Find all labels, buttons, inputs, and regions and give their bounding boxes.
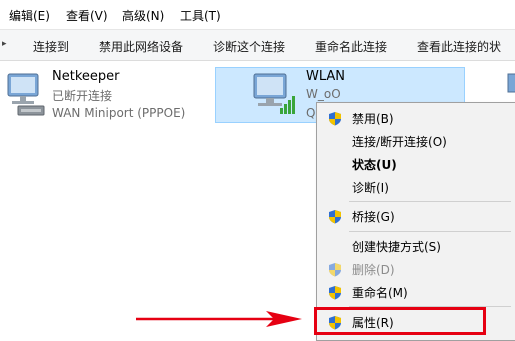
adapter-device: Q [306, 106, 316, 120]
chevron-right-icon[interactable]: ▸ [2, 39, 7, 49]
menu-tools[interactable]: 工具(T) [180, 7, 221, 24]
menu-item-label: 诊断(I) [352, 181, 389, 195]
uac-shield-icon [329, 286, 341, 300]
menu-item-disable[interactable]: 禁用(B) [317, 107, 515, 129]
adapter-netkeeper[interactable]: Netkeeper 已断开连接 WAN Miniport (PPPOE) [0, 64, 210, 124]
view-status-button[interactable]: 查看此连接的状 [417, 38, 501, 55]
adapter-status: W_oO [306, 87, 341, 101]
disable-device-button[interactable]: 禁用此网络设备 [99, 38, 183, 55]
network-adapter-icon [507, 73, 515, 93]
menu-item-label: 删除(D) [352, 263, 395, 277]
highlight-box [314, 307, 486, 335]
uac-shield-icon [329, 112, 341, 126]
rename-button[interactable]: 重命名此连接 [315, 38, 387, 55]
menu-item-connect-disconnect[interactable]: 连接/断开连接(O) [317, 130, 515, 152]
adapter-name: Netkeeper [52, 69, 120, 84]
red-arrow-icon [136, 311, 302, 327]
context-menu: 禁用(B) 连接/断开连接(O) 状态(U) 诊断(I) 桥接(G) 创建快捷方… [316, 102, 515, 341]
diagnose-button[interactable]: 诊断这个连接 [213, 38, 285, 55]
menu-item-rename[interactable]: 重命名(M) [317, 281, 515, 303]
network-adapter-icon [7, 73, 45, 116]
menu-bar: 编辑(E) 查看(V) 高级(N) 工具(T) [0, 0, 515, 30]
menu-advanced[interactable]: 高级(N) [122, 7, 164, 24]
menu-item-diagnose[interactable]: 诊断(I) [317, 176, 515, 198]
menu-item-delete: 删除(D) [317, 258, 515, 280]
adapter-status: 已断开连接 [52, 89, 113, 103]
adapter-name: WLAN [306, 69, 346, 84]
uac-shield-icon [329, 263, 341, 277]
menu-separator [349, 231, 511, 232]
menu-item-status[interactable]: 状态(U) [317, 153, 515, 175]
menu-item-label: 禁用(B) [352, 112, 394, 126]
menu-item-label: 重命名(M) [352, 286, 408, 300]
menu-item-bridge[interactable]: 桥接(G) [317, 205, 515, 227]
adapter-device: WAN Miniport (PPPOE) [52, 106, 186, 120]
menu-separator [349, 201, 511, 202]
menu-view[interactable]: 查看(V) [66, 7, 108, 24]
menu-item-label: 桥接(G) [352, 210, 395, 224]
uac-shield-icon [329, 210, 341, 224]
wireless-adapter-icon [253, 73, 295, 114]
menu-item-label: 创建快捷方式(S) [352, 240, 441, 254]
menu-item-label: 状态(U) [352, 158, 397, 172]
menu-item-create-shortcut[interactable]: 创建快捷方式(S) [317, 235, 515, 257]
command-bar: ▸ 连接到 禁用此网络设备 诊断这个连接 重命名此连接 查看此连接的状 [0, 30, 515, 61]
menu-edit[interactable]: 编辑(E) [9, 7, 50, 24]
menu-item-label: 连接/断开连接(O) [352, 135, 447, 149]
connect-to-button[interactable]: 连接到 [33, 38, 69, 55]
